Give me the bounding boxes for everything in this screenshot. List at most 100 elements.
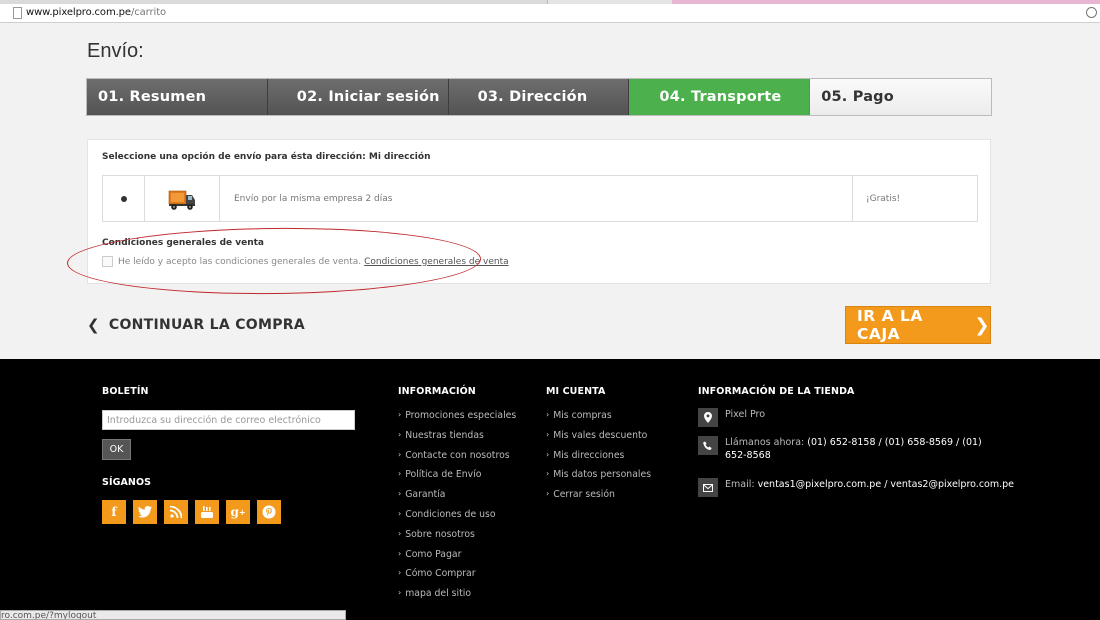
list-item[interactable]: › Mis datos personales — [546, 469, 651, 489]
list-item[interactable]: › Política de Envío — [398, 469, 516, 489]
chevron-right-icon: › — [546, 489, 550, 499]
chevron-right-icon: › — [546, 410, 550, 419]
info-link[interactable]: Nuestras tiendas — [405, 430, 484, 441]
list-item[interactable]: › Sobre nosotros — [398, 529, 516, 549]
account-link[interactable]: Cerrar sesión — [553, 489, 615, 500]
continue-shopping-link[interactable]: ❮ CONTINUAR LA COMPRA — [87, 316, 305, 334]
step-login[interactable]: 02. Iniciar sesión — [267, 79, 449, 115]
info-link[interactable]: Sobre nosotros — [405, 529, 475, 540]
store-name: Pixel Pro — [725, 409, 766, 420]
newsletter-ok-button[interactable]: OK — [102, 439, 131, 460]
continue-shopping-label: CONTINUAR LA COMPRA — [108, 317, 305, 333]
info-link[interactable]: Garantía — [405, 489, 445, 500]
store-email-row: Email: ventas1@pixelpro.com.pe / ventas2… — [698, 478, 1014, 497]
list-item[interactable]: › Cómo Comprar — [398, 568, 516, 588]
address-bar[interactable]: www.pixelpro.com.pe/carrito — [0, 4, 1100, 23]
list-item[interactable]: › Mis direcciones — [546, 450, 651, 470]
chevron-right-icon: › — [398, 508, 402, 518]
phone-icon — [698, 436, 718, 455]
info-link[interactable]: Condiciones de uso — [405, 509, 495, 520]
email-label: Email: — [725, 479, 755, 490]
info-links: › Promociones especiales › Nuestras tienda… — [398, 410, 516, 608]
store-name-row: Pixel Pro — [698, 408, 765, 427]
info-link[interactable]: Política de Envío — [405, 469, 481, 480]
newsletter-email-input[interactable]: Introduzca su dirección de correo electr… — [102, 410, 355, 430]
list-item[interactable]: › mapa del sitio — [398, 588, 516, 608]
chevron-right-icon: › — [398, 410, 402, 419]
chevron-right-icon: › — [398, 548, 402, 558]
google-plus-icon[interactable]: g + — [226, 500, 250, 524]
chevron-right-icon: › — [398, 449, 402, 459]
phone-numbers: (01) 652-8158 / (01) 658-8569 / (01) — [807, 437, 982, 448]
chevron-right-icon: › — [398, 489, 402, 499]
chevron-right-icon: › — [398, 568, 402, 578]
info-link[interactable]: mapa del sitio — [405, 588, 471, 599]
pinterest-icon[interactable] — [257, 500, 281, 524]
list-item[interactable]: › Garantía — [398, 489, 516, 509]
rss-icon[interactable] — [164, 500, 188, 524]
phone-label: Llámanos ahora: — [725, 437, 805, 448]
phone-numbers-cont: 652-8568 — [725, 450, 771, 461]
list-item[interactable]: › Mis vales descuento — [546, 430, 651, 450]
list-item[interactable]: › Promociones especiales — [398, 410, 516, 430]
info-link[interactable]: Como Pagar — [405, 549, 461, 560]
step-summary[interactable]: 01. Resumen — [87, 79, 268, 115]
store-phone-row: Llámanos ahora: (01) 652-8158 / (01) 658… — [698, 436, 982, 462]
account-link[interactable]: Mis direcciones — [553, 450, 624, 461]
account-link[interactable]: Mis datos personales — [553, 469, 651, 480]
envelope-icon — [698, 478, 718, 497]
list-item[interactable]: › Contacte con nosotros — [398, 450, 516, 470]
checkout-button[interactable]: IR A LA CAJA ❯ — [845, 306, 991, 344]
info-link[interactable]: Promociones especiales — [405, 410, 516, 421]
radio-selected-icon — [120, 195, 127, 202]
page-icon — [13, 7, 22, 19]
list-item[interactable]: › Nuestras tiendas — [398, 430, 516, 450]
shipping-title: Seleccione una opción de envío para ésta… — [102, 152, 431, 162]
info-link[interactable]: Contacte con nosotros — [405, 450, 509, 461]
social-title: SÍGANOS — [102, 477, 152, 488]
chevron-right-icon: › — [398, 429, 402, 439]
footer: BOLETÍN Introduzca su dirección de corre… — [0, 359, 1100, 620]
list-item[interactable]: › Condiciones de uso — [398, 509, 516, 529]
carrier-radio[interactable] — [103, 176, 145, 221]
carrier-description: Envío por la misma empresa 2 días — [220, 176, 853, 221]
browser-status-bar: ro.com.pe/?mylogout — [0, 610, 346, 620]
chevron-right-icon: › — [398, 528, 402, 538]
email-addresses[interactable]: ventas1@pixelpro.com.pe / ventas2@pixelp… — [758, 479, 1014, 490]
step-shipping: 04. Transporte — [629, 79, 811, 115]
store-info-title: INFORMACIÓN DE LA TIENDA — [698, 386, 855, 397]
account-links: › Mis compras › Mis vales descuento › Mis d… — [546, 410, 651, 509]
checkout-label: IR A LA CAJA — [857, 307, 923, 343]
map-marker-icon — [698, 408, 718, 427]
carrier-option-row[interactable]: Envío por la misma empresa 2 días ¡Grati… — [102, 175, 978, 222]
account-link[interactable]: Mis compras — [553, 410, 612, 421]
twitter-icon[interactable] — [133, 500, 157, 524]
newsletter-title: BOLETÍN — [102, 386, 149, 397]
chevron-left-icon: ❮ — [87, 316, 100, 334]
info-title: INFORMACIÓN — [398, 386, 476, 397]
account-title: MI CUENTA — [546, 386, 606, 397]
facebook-icon[interactable]: f — [102, 500, 126, 524]
step-address[interactable]: 03. Dirección — [448, 79, 630, 115]
chevron-right-icon: › — [398, 469, 402, 479]
carrier-price: ¡Gratis! — [866, 193, 901, 204]
url-text[interactable]: www.pixelpro.com.pe/carrito — [26, 7, 166, 18]
carrier-logo — [145, 176, 220, 221]
list-item[interactable]: › Cerrar sesión — [546, 489, 651, 509]
account-link[interactable]: Mis vales descuento — [553, 430, 647, 441]
youtube-icon[interactable] — [195, 500, 219, 524]
social-links: f g + — [102, 500, 281, 524]
browser-menu-icon[interactable] — [1086, 7, 1097, 18]
chevron-right-icon: › — [398, 588, 402, 598]
list-item[interactable]: › Como Pagar — [398, 549, 516, 569]
list-item[interactable]: › Mis compras — [546, 410, 651, 430]
info-link[interactable]: Cómo Comprar — [405, 568, 475, 579]
store-email: Email: ventas1@pixelpro.com.pe / ventas2… — [725, 478, 1014, 497]
chevron-right-icon: › — [546, 469, 550, 479]
chevron-right-icon: › — [546, 429, 550, 439]
checkout-steps: 01. Resumen 02. Iniciar sesión 03. Direc… — [86, 78, 992, 116]
chevron-right-icon: › — [546, 449, 550, 459]
store-phone: Llámanos ahora: (01) 652-8158 / (01) 658… — [725, 436, 982, 462]
truck-icon — [168, 190, 195, 210]
page-title: Envío: — [87, 40, 144, 62]
